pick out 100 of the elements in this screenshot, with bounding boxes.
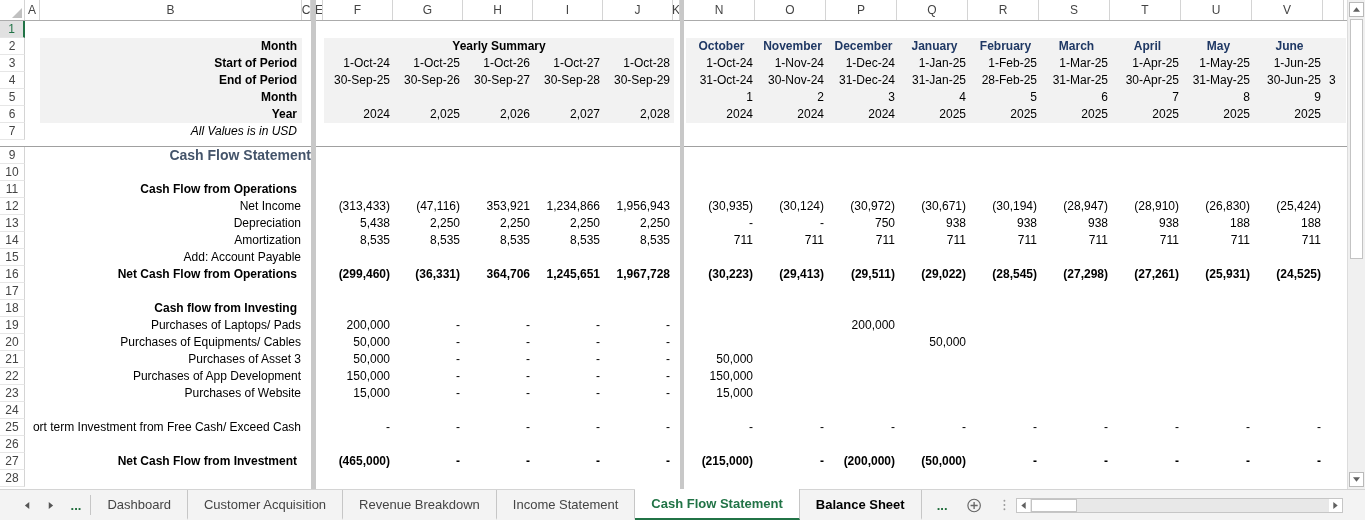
row-number[interactable]: 7 xyxy=(0,123,25,140)
row-number[interactable]: 4 xyxy=(0,72,25,89)
column-header[interactable]: O xyxy=(755,0,826,20)
table-cell-text: 2025 xyxy=(1080,106,1109,123)
table-cell-text: 1-Mar-25 xyxy=(1058,55,1109,72)
table-cell-text: 6 xyxy=(1100,89,1109,106)
caret-down-icon xyxy=(1353,477,1360,482)
table-cell-text: 9 xyxy=(1313,89,1322,106)
row-number[interactable]: 3 xyxy=(0,55,25,72)
row-number[interactable]: 9 xyxy=(0,147,25,164)
row-label: Cash Flow from Operations xyxy=(139,181,298,198)
caret-right-icon[interactable] xyxy=(1333,501,1338,509)
row-number[interactable]: 25 xyxy=(0,419,25,436)
row-number[interactable]: 16 xyxy=(0,266,25,283)
column-header[interactable]: V xyxy=(1252,0,1323,20)
table-cell-text: (30,223) xyxy=(707,266,754,283)
scroll-down-button[interactable] xyxy=(1349,472,1364,487)
table-cell-text: 1-Jun-25 xyxy=(1272,55,1322,72)
row-number[interactable]: 12 xyxy=(0,198,25,215)
column-header[interactable]: P xyxy=(826,0,897,20)
horizontal-scrollbar[interactable] xyxy=(1015,497,1343,513)
table-cell-text: December xyxy=(833,38,894,55)
row-number[interactable]: 28 xyxy=(0,470,25,487)
row-number[interactable]: 15 xyxy=(0,249,25,266)
scrollbar-thumb[interactable] xyxy=(1030,498,1077,512)
scroll-up-button[interactable] xyxy=(1349,2,1364,17)
column-header[interactable]: Q xyxy=(897,0,968,20)
row-number[interactable]: 6 xyxy=(0,106,25,123)
row-label: Cash flow from Investing xyxy=(153,300,298,317)
column-header[interactable]: B xyxy=(40,0,302,20)
table-cell-text: 2024 xyxy=(725,106,754,123)
table-cell-text: 31-Dec-24 xyxy=(837,72,896,89)
column-header[interactable]: S xyxy=(1039,0,1110,20)
row-number[interactable]: 21 xyxy=(0,351,25,368)
table-cell-text: (24,525) xyxy=(1275,266,1322,283)
table-cell-text: (27,261) xyxy=(1133,266,1180,283)
column-header[interactable]: T xyxy=(1110,0,1181,20)
more-sheets-button[interactable]: ... xyxy=(61,495,92,515)
table-cell-text: 50,000 xyxy=(352,351,391,368)
row-number[interactable]: 23 xyxy=(0,385,25,402)
column-header[interactable]: G xyxy=(393,0,463,20)
row-number[interactable]: 1 xyxy=(0,21,25,38)
table-cell-text: - xyxy=(525,368,531,385)
row-number[interactable]: 11 xyxy=(0,181,25,198)
row-label: Purchases of Equipments/ Cables xyxy=(119,334,302,351)
table-cell-text: 30-Sep-25 xyxy=(332,72,391,89)
table-cell-text: - xyxy=(1245,453,1251,470)
table-cell-text: (25,424) xyxy=(1275,198,1322,215)
table-cell-text: April xyxy=(1132,38,1163,55)
next-sheet-icon[interactable] xyxy=(46,501,54,509)
sheet-tab[interactable]: Cash Flow Statement xyxy=(635,489,800,520)
column-header[interactable]: A xyxy=(25,0,40,20)
table-cell-text: 353,921 xyxy=(485,198,531,215)
column-header[interactable]: U xyxy=(1181,0,1252,20)
row-label: Month xyxy=(40,38,302,55)
table-cell-text: 15,000 xyxy=(715,385,754,402)
more-sheets-button[interactable]: ... xyxy=(927,495,957,515)
row-number[interactable]: 18 xyxy=(0,300,25,317)
sheet-tab[interactable]: Dashboard xyxy=(91,490,188,520)
row-number[interactable]: 22 xyxy=(0,368,25,385)
table-cell-text: - xyxy=(819,419,825,436)
table-cell-text: 1-Jan-25 xyxy=(917,55,967,72)
column-header[interactable]: R xyxy=(968,0,1039,20)
row-number[interactable]: 2 xyxy=(0,38,25,55)
caret-left-icon[interactable] xyxy=(1020,501,1026,509)
row-number[interactable]: 14 xyxy=(0,232,25,249)
table-cell-text: (200,000) xyxy=(842,453,896,470)
table-cell-text: - xyxy=(525,351,531,368)
row-number[interactable]: 10 xyxy=(0,164,25,181)
table-cell-text: - xyxy=(665,351,671,368)
row-number[interactable]: 5 xyxy=(0,89,25,106)
row-number[interactable]: 17 xyxy=(0,283,25,300)
row-number[interactable]: 13 xyxy=(0,215,25,232)
column-header[interactable]: J xyxy=(603,0,673,20)
table-cell-text: 31-Jan-25 xyxy=(910,72,967,89)
row-number[interactable]: 20 xyxy=(0,334,25,351)
table-cell-text: 7 xyxy=(1171,89,1180,106)
table-cell-text: 711 xyxy=(1158,232,1180,249)
splitter-icon[interactable] xyxy=(1002,499,1006,511)
row-label: Year xyxy=(40,106,302,123)
row-number[interactable]: 19 xyxy=(0,317,25,334)
add-sheet-icon[interactable] xyxy=(966,497,981,513)
table-cell-text: - xyxy=(748,419,754,436)
table-cell-text: - xyxy=(595,317,601,334)
scrollbar-thumb[interactable] xyxy=(1350,19,1363,259)
table-cell-text: - xyxy=(1103,453,1109,470)
row-number[interactable]: 26 xyxy=(0,436,25,453)
row-number[interactable]: 27 xyxy=(0,453,25,470)
row-number[interactable]: 24 xyxy=(0,402,25,419)
previous-sheet-icon[interactable] xyxy=(23,501,31,509)
row-label: Purchases of Asset 3 xyxy=(187,351,302,368)
table-cell-text: 50,000 xyxy=(352,334,391,351)
sheet-tab[interactable]: Customer Acquisition xyxy=(188,490,344,520)
table-cell-text: - xyxy=(1103,419,1109,436)
sheet-tab[interactable]: Balance Sheet xyxy=(799,490,922,520)
table-cell-text: 50,000 xyxy=(715,351,754,368)
column-header[interactable]: H xyxy=(463,0,533,20)
column-header[interactable]: F xyxy=(323,0,393,20)
sheet-tab[interactable]: Revenue Breakdown xyxy=(343,490,497,520)
column-header[interactable]: I xyxy=(533,0,603,20)
